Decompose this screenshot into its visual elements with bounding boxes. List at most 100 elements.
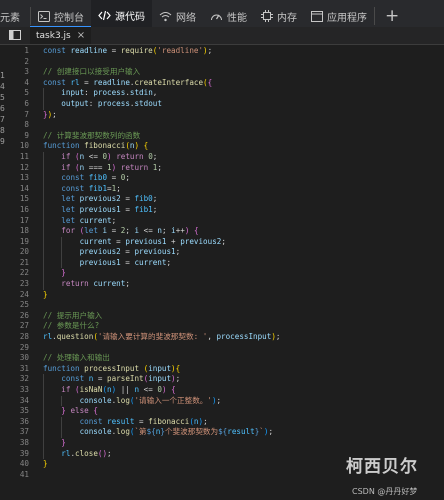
line-number[interactable]: 36 (7, 417, 29, 428)
code-token: // 处理输入和输出 (43, 353, 110, 363)
code-line[interactable]: 27 // 参数是什么? (7, 321, 444, 332)
code-line[interactable]: 30 // 处理输入和输出 (7, 353, 444, 364)
code-line[interactable]: 10 function fibonacci(n) { (7, 141, 444, 152)
line-number[interactable]: 38 (7, 438, 29, 449)
code-editor[interactable]: 1 const readline = require('readline'); 2 3… (7, 46, 444, 500)
line-number[interactable]: 32 (7, 374, 29, 385)
code-line[interactable]: 25 (7, 300, 444, 311)
code-line[interactable]: 19 current = previous1 + previous2; (7, 236, 444, 248)
indent-guide (43, 204, 44, 216)
line-number[interactable]: 21 (7, 258, 29, 269)
code-line[interactable]: 3 // 创建接口以接受用户输入 (7, 67, 444, 78)
line-number[interactable]: 23 (7, 279, 29, 290)
line-number[interactable]: 40 (7, 459, 29, 470)
code-line[interactable]: 14 const fib1=1; (7, 183, 444, 195)
line-number[interactable]: 33 (7, 385, 29, 396)
line-number[interactable]: 20 (7, 247, 29, 258)
line-number[interactable]: 5 (7, 88, 29, 99)
code-line[interactable]: 32 const n = parseInt(input); (7, 374, 444, 385)
code-line[interactable]: 21 previous1 = current; (7, 257, 444, 269)
code-line[interactable]: 26 // 提示用户输入 (7, 311, 444, 322)
line-number[interactable]: 15 (7, 194, 29, 205)
code-token: stdout (134, 98, 162, 108)
line-number[interactable]: 2 (7, 57, 29, 68)
line-number[interactable]: 16 (7, 205, 29, 216)
code-token: = (134, 416, 149, 426)
code-line[interactable]: 38 } (7, 437, 444, 449)
code-text: } (43, 437, 66, 449)
toggle-navigator-button[interactable] (0, 26, 30, 44)
code-token: ; (52, 109, 57, 119)
code-token: readline (93, 77, 130, 87)
line-number[interactable]: 27 (7, 321, 29, 332)
line-number[interactable]: 25 (7, 300, 29, 311)
code-token: ; (275, 332, 281, 342)
code-token: <= (84, 151, 103, 161)
line-number[interactable]: 7 (7, 110, 29, 121)
file-tab-task3[interactable]: task3.js × (30, 26, 92, 44)
line-number[interactable]: 8 (7, 120, 29, 131)
line-number[interactable]: 22 (7, 268, 29, 279)
indent-guide (43, 226, 44, 237)
code-line[interactable]: 9 // 计算斐波那契数列的函数 (7, 131, 444, 142)
code-line[interactable]: 6 output: process.stdout (7, 98, 444, 110)
line-number[interactable]: 19 (7, 237, 29, 248)
line-number[interactable]: 41 (7, 470, 29, 481)
line-number[interactable]: 39 (7, 449, 29, 460)
line-number[interactable]: 14 (7, 184, 29, 195)
code-line[interactable]: 34 console.log('请输入一个正整数。'); (7, 395, 444, 407)
watermark-text: 柯西贝尔 (346, 457, 418, 477)
code-line[interactable]: 31 function processInput (input){ (7, 364, 444, 375)
line-number[interactable]: 6 (7, 99, 29, 110)
line-number[interactable]: 17 (7, 216, 29, 227)
line-number[interactable]: 11 (7, 152, 29, 163)
code-line[interactable]: 29 (7, 343, 444, 354)
line-number[interactable]: 3 (7, 67, 29, 78)
code-token: fib1 (88, 183, 108, 193)
code-line[interactable]: 22 } (7, 268, 444, 280)
code-line[interactable]: 8 (7, 120, 444, 131)
line-number[interactable]: 18 (7, 226, 29, 237)
line-number[interactable]: 9 (7, 131, 29, 142)
code-line[interactable]: 35 } else { (7, 406, 444, 417)
line-number[interactable]: 34 (7, 396, 29, 407)
code-line[interactable]: 13 const fib0 = 0; (7, 173, 444, 184)
code-line[interactable]: 28 rl.question('请输入要计算的斐波那契数: ', processI… (7, 332, 444, 343)
line-number[interactable]: 30 (7, 353, 29, 364)
code-line[interactable]: 4 const rl = readline.createInterface({ (7, 78, 444, 89)
code-line[interactable]: 15 let previous2 = fib0; (7, 194, 444, 205)
code-line[interactable]: 24} (7, 290, 444, 301)
code-line[interactable]: 23 return current; (7, 279, 444, 290)
code-token: previous1 (79, 257, 121, 267)
code-line[interactable]: 7}); (7, 110, 444, 121)
code-line[interactable]: 20 previous2 = previous1; (7, 247, 444, 258)
code-line[interactable]: 17 let current; (7, 215, 444, 227)
code-line[interactable]: 16 let previous1 = fib1; (7, 204, 444, 216)
line-number[interactable]: 10 (7, 141, 29, 152)
line-number[interactable]: 13 (7, 173, 29, 184)
code-line[interactable]: 12 if (n === 1) return 1; (7, 162, 444, 174)
line-number[interactable]: 1 (7, 46, 29, 57)
line-number[interactable]: 4 (7, 78, 29, 89)
line-number[interactable]: 24 (7, 290, 29, 301)
line-number[interactable]: 35 (7, 406, 29, 417)
line-number[interactable]: 29 (7, 343, 29, 354)
code-line[interactable]: 37 console.log(`第${n}个斐波那契数为${result}`); (7, 427, 444, 438)
code-token: let (61, 215, 80, 225)
code-line[interactable]: 18 for (let i = 2; i <= n; i++) { (7, 226, 444, 237)
code-line[interactable]: 36 const result = fibonacci(n); (7, 416, 444, 428)
code-line[interactable]: 11 if (n <= 0) return 0; (7, 151, 444, 163)
code-text: function processInput (input){ (43, 364, 180, 375)
line-number[interactable]: 26 (7, 311, 29, 322)
code-line[interactable]: 2 (7, 57, 444, 68)
line-number[interactable]: 28 (7, 332, 29, 343)
code-line[interactable]: 33 if (isNaN(n) || n <= 0) { (7, 385, 444, 396)
code-line[interactable]: 1 const readline = require('readline'); (7, 46, 444, 57)
line-number[interactable]: 31 (7, 364, 29, 375)
line-number[interactable]: 37 (7, 427, 29, 438)
close-icon[interactable]: × (77, 30, 85, 41)
code-line[interactable]: 5 input: process.stdin, (7, 88, 444, 99)
line-number[interactable]: 12 (7, 163, 29, 174)
